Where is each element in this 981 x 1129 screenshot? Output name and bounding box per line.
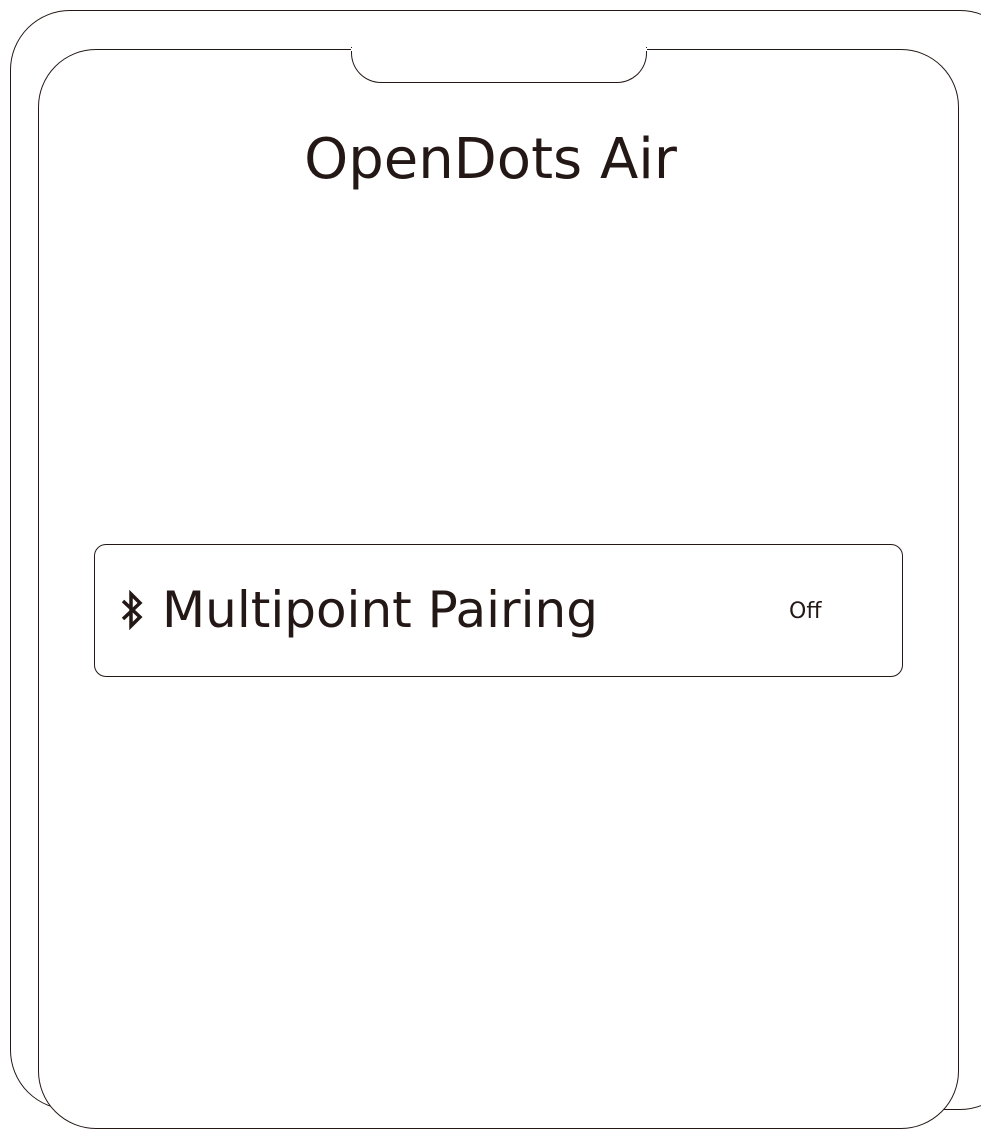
bluetooth-icon xyxy=(121,589,143,631)
setting-status: Off xyxy=(789,599,822,624)
phone-notch xyxy=(351,47,647,83)
notch-mask xyxy=(351,48,647,51)
setting-label: Multipoint Pairing xyxy=(162,581,598,639)
page-title: OpenDots Air xyxy=(304,127,677,192)
multipoint-pairing-setting[interactable]: Multipoint Pairing Off xyxy=(94,544,903,677)
